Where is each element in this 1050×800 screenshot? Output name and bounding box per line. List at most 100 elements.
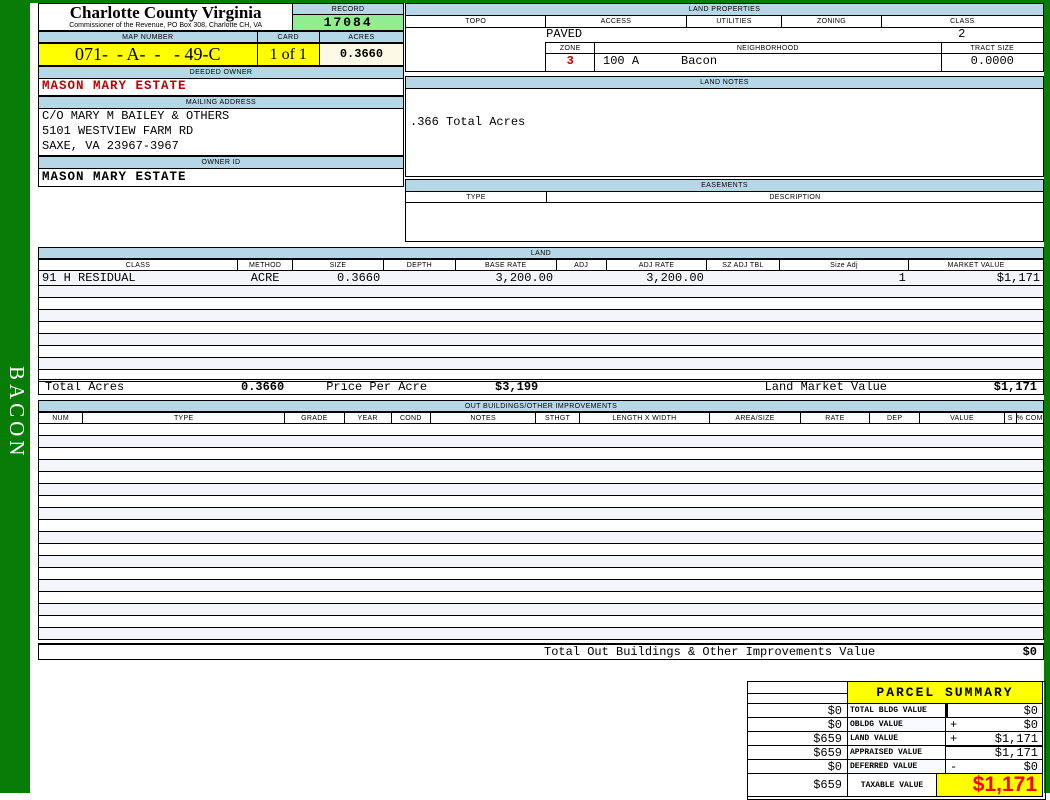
land-title: LAND [38, 247, 1044, 259]
commissioner-line: Commissioner of the Revenue, PO Box 308,… [69, 22, 263, 29]
land-notes-title: LAND NOTES [405, 76, 1044, 89]
topo-value [406, 28, 546, 42]
empty-row [38, 333, 1044, 346]
easements-empty-box [405, 203, 1044, 242]
land-row-size-adj: 1 [898, 271, 906, 285]
deeded-owner-value: MASON MARY ESTATE [38, 79, 404, 96]
summary-op-obldg: + [950, 718, 958, 732]
owner-block: Charlotte County Virginia Commissioner o… [38, 3, 404, 187]
empty-row [38, 507, 1044, 520]
owner-id-label: OWNER ID [38, 156, 404, 169]
col-topo: TOPO [405, 16, 547, 28]
ob-total-label: Total Out Buildings & Other Improvements… [544, 645, 876, 659]
summary-amount-taxable: $1,171 [937, 774, 1043, 797]
land-table-body: 91 H RESIDUAL ACRE 0.3660 3,200.00 3,200… [38, 270, 1044, 382]
land-table: CLASS METHOD SIZE DEPTH BASE RATE ADJ AD… [38, 259, 1044, 382]
summary-label-total-bldg: TOTAL BLDG VALUE [848, 704, 946, 718]
land-row-market-value: $1,171 [996, 271, 1040, 285]
out-buildings-table-body [38, 424, 1044, 640]
empty-row [38, 616, 1044, 628]
acres-label: ACRES [319, 31, 404, 43]
empty-row [38, 322, 1044, 334]
empty-row [38, 298, 1044, 310]
ob-col-area-size: AREA/SIZE [709, 412, 801, 424]
land-col-method: METHOD [236, 259, 294, 271]
land-data-row: 91 H RESIDUAL ACRE 0.3660 3,200.00 3,200… [38, 270, 1044, 286]
land-col-depth: DEPTH [382, 259, 457, 271]
out-buildings-title: OUT BUILDINGS/OTHER IMPROVEMENTS [38, 400, 1044, 412]
address-line-3: SAXE, VA 23967-3967 [42, 139, 179, 153]
access-value: PAVED [546, 27, 583, 41]
summary-prev-total-bldg: $0 [748, 704, 848, 718]
summary-label-land: LAND VALUE [848, 732, 946, 746]
map-number-label: MAP NUMBER [38, 31, 258, 43]
owner-id-value: MASON MARY ESTATE [38, 169, 404, 187]
summary-prev-land: $659 [748, 732, 848, 746]
parcel-summary-title: PARCEL SUMMARY [848, 682, 1043, 704]
zoning-value [782, 28, 881, 42]
ob-col-s: S [1003, 412, 1017, 424]
deeded-owner-label: DEEDED OWNER [38, 66, 404, 79]
land-col-size: SIZE [292, 259, 384, 271]
empty-row [38, 459, 1044, 472]
empty-row [38, 285, 1044, 298]
empty-row [38, 472, 1044, 484]
neighborhood-sidebar-label: BACON [5, 366, 29, 460]
empty-row [38, 520, 1044, 532]
land-col-size-adj: Size Adj [778, 259, 910, 271]
empty-row [38, 592, 1044, 604]
land-col-sz-adj-tbl: SZ ADJ TBL [706, 259, 780, 271]
empty-row [38, 483, 1044, 496]
summary-value-obldg: + $0 [946, 718, 1043, 732]
total-acres-value: 0.3660 [241, 380, 285, 394]
card-label: CARD [257, 31, 320, 43]
land-totals-row: Total Acres 0.3660 Price Per Acre $3,199… [38, 379, 1044, 395]
summary-op-land: + [950, 732, 958, 746]
card-value: 1 of 1 [257, 43, 320, 66]
empty-row [38, 346, 1044, 358]
out-buildings-section: OUT BUILDINGS/OTHER IMPROVEMENTS NUM TYP… [37, 400, 1045, 640]
county-title: Charlotte County Virginia [69, 3, 262, 22]
summary-op-deferred: - [950, 760, 958, 774]
ob-total-value: $0 [1022, 645, 1037, 659]
empty-row [38, 568, 1044, 580]
empty-row [38, 435, 1044, 448]
class-value: 2 [958, 27, 966, 41]
land-section: LAND CLASS METHOD SIZE DEPTH BASE RATE A… [38, 247, 1044, 382]
out-buildings-total-row: Total Out Buildings & Other Improvements… [38, 643, 1044, 660]
zone-label: ZONE [545, 42, 596, 54]
summary-value-total-bldg: $0 [946, 704, 1043, 718]
summary-header-spacer [748, 682, 848, 704]
county-header: Charlotte County Virginia Commissioner o… [38, 3, 293, 31]
land-row-base-rate: 3,200.00 [495, 271, 554, 285]
land-row-depth [383, 271, 455, 286]
land-row-sz-adj-tbl [707, 271, 779, 286]
empty-row [38, 544, 1044, 556]
tract-size-label: TRACT SIZE [941, 42, 1044, 54]
summary-amount-appraised: $1,171 [994, 746, 1038, 760]
land-row-method: ACRE [250, 271, 280, 285]
utilities-value [686, 28, 782, 42]
summary-amount-deferred: $0 [1023, 760, 1038, 774]
summary-amount-land: $1,171 [994, 732, 1038, 746]
land-note-text: .366 Total Acres [410, 115, 526, 129]
tract-size-value: 0.0000 [940, 54, 1043, 71]
ob-col-notes: NOTES [429, 412, 537, 424]
land-row-size: 0.3660 [336, 271, 381, 285]
map-number-value: 071- - A- - - 49-C [38, 43, 258, 66]
total-acres-label: Total Acres [45, 380, 125, 394]
record-box: RECORD 17084 [292, 3, 404, 31]
record-label: RECORD [292, 3, 404, 15]
ob-col-value: VALUE [919, 412, 1005, 424]
frame-right [1044, 0, 1050, 793]
land-row-adj-rate: 3,200.00 [646, 271, 704, 285]
land-market-value-value: $1,171 [993, 380, 1037, 394]
empty-row [38, 448, 1044, 460]
price-per-acre-value: $3,199 [495, 380, 539, 394]
neighborhood-name: Bacon [681, 54, 718, 68]
record-value: 17084 [292, 15, 404, 31]
empty-row [38, 309, 1044, 322]
land-notes-box: .366 Total Acres [405, 89, 1044, 177]
empty-row [38, 555, 1044, 568]
ob-col-sthgt: STHGT [535, 412, 580, 424]
